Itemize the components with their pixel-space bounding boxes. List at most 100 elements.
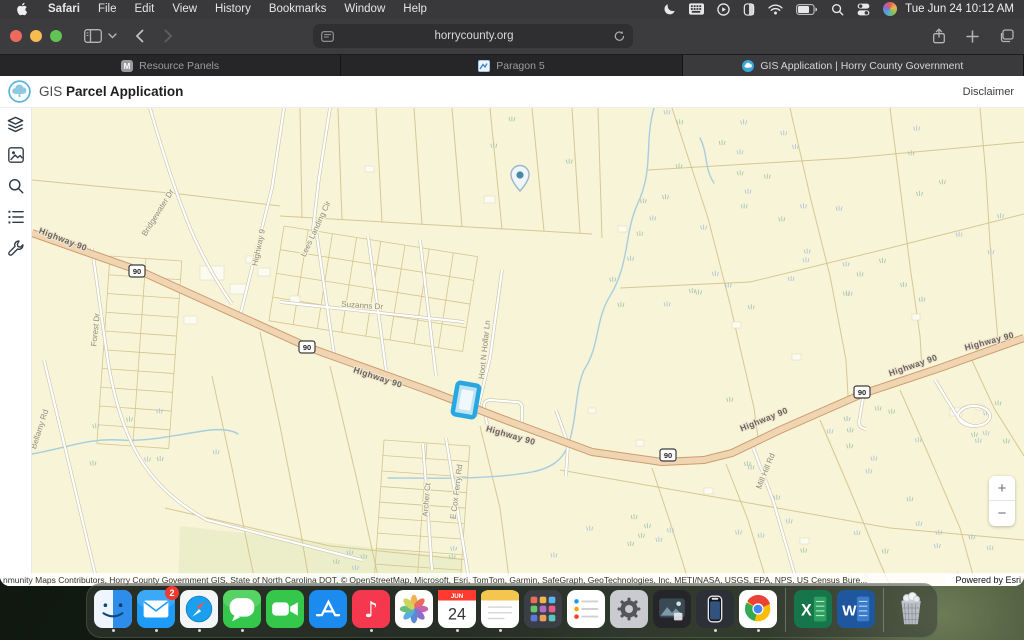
parcel-map[interactable]: 90909090Highway 90Highway 90Highway 90Hi…: [32, 108, 1024, 586]
moon-icon[interactable]: [663, 3, 676, 16]
menu-item-safari[interactable]: Safari: [39, 3, 89, 15]
menu-item-edit[interactable]: Edit: [126, 3, 164, 15]
notes-app-icon[interactable]: [481, 590, 519, 628]
reload-icon[interactable]: [614, 30, 625, 42]
vegetation-mark: [737, 149, 743, 154]
tab-overview-icon[interactable]: [999, 29, 1014, 43]
safari-window: horrycounty.org MResource PanelsParagon …: [0, 18, 1024, 586]
chevron-down-icon[interactable]: [108, 33, 117, 39]
vegetation-mark: [995, 400, 1001, 405]
word-app-icon[interactable]: W: [837, 590, 875, 628]
content-area: 90909090Highway 90Highway 90Highway 90Hi…: [0, 108, 1024, 586]
vegetation-mark: [843, 291, 849, 296]
launchpad-app-icon[interactable]: [524, 590, 562, 628]
tab-gis-application-horry-county-g[interactable]: GIS Application | Horry County Governmen…: [683, 55, 1024, 76]
menu-item-bookmarks[interactable]: Bookmarks: [260, 3, 336, 15]
dock-item-settings[interactable]: [610, 590, 648, 632]
parcel-boundary: [414, 108, 422, 225]
zoom-window-button[interactable]: [50, 30, 62, 42]
excel-app-icon[interactable]: X: [794, 590, 832, 628]
messages-app-icon[interactable]: [223, 590, 261, 628]
tab-resource-panels[interactable]: MResource Panels: [0, 55, 341, 76]
music-app-icon[interactable]: ♪: [352, 590, 390, 628]
vegetation-mark: [1003, 438, 1009, 443]
zoom-in-button[interactable]: +: [989, 476, 1015, 501]
menu-item-window[interactable]: Window: [335, 3, 394, 15]
finder-app-icon[interactable]: [94, 590, 132, 628]
running-indicator-dot: [456, 629, 459, 632]
keyboard-icon[interactable]: [689, 3, 704, 15]
dock-item-reminders[interactable]: [567, 590, 605, 632]
iphone-mirroring-app-icon[interactable]: [696, 590, 734, 628]
menu-clock[interactable]: Tue Jun 24 10:12 AM: [905, 3, 1014, 15]
dock-item-notes[interactable]: [481, 590, 519, 632]
brand-parcel-application: Parcel Application: [66, 84, 183, 99]
control-center-icon[interactable]: [857, 3, 870, 16]
share-icon[interactable]: [932, 28, 946, 44]
menu-item-view[interactable]: View: [163, 3, 206, 15]
settings-app-icon[interactable]: [610, 590, 648, 628]
dock-item-appstore[interactable]: [309, 590, 347, 632]
map-canvas[interactable]: 90909090Highway 90Highway 90Highway 90Hi…: [32, 108, 1024, 586]
svg-text:90: 90: [303, 343, 311, 352]
tab-paragon-5[interactable]: Paragon 5: [341, 55, 682, 76]
mail-app-icon[interactable]: 2: [137, 590, 175, 628]
menu-item-file[interactable]: File: [89, 3, 126, 15]
dock-item-photos[interactable]: [395, 590, 433, 632]
apple-menu-icon[interactable]: [16, 2, 29, 16]
dock-item-finder[interactable]: [94, 590, 132, 632]
dock-item-iphone-mirroring[interactable]: [696, 590, 734, 632]
safari-app-icon[interactable]: [180, 590, 218, 628]
disclaimer-link[interactable]: Disclaimer: [963, 86, 1014, 98]
dock-item-media[interactable]: [653, 590, 691, 632]
dock-item-facetime[interactable]: [266, 590, 304, 632]
dock-item-safari[interactable]: [180, 590, 218, 632]
appstore-app-icon[interactable]: [309, 590, 347, 628]
back-button[interactable]: [135, 29, 144, 43]
minimize-window-button[interactable]: [30, 30, 42, 42]
dock-item-mail[interactable]: 2: [137, 590, 175, 632]
avatar[interactable]: [883, 2, 897, 16]
address-bar[interactable]: horrycounty.org: [313, 24, 633, 48]
battery-icon[interactable]: [796, 4, 818, 15]
dock-item-music[interactable]: ♪: [352, 590, 390, 632]
media-app-icon[interactable]: [653, 590, 691, 628]
reminders-app-icon[interactable]: [567, 590, 605, 628]
vegetation-mark: [781, 130, 787, 135]
new-tab-icon[interactable]: [966, 30, 979, 43]
location-pin[interactable]: [511, 166, 529, 192]
sidebar-toggle-icon[interactable]: [84, 29, 102, 43]
wifi-icon[interactable]: [768, 4, 783, 15]
search-tool-icon[interactable]: [6, 176, 26, 196]
tab-bar: MResource PanelsParagon 5GIS Application…: [0, 54, 1024, 76]
menu-item-history[interactable]: History: [206, 3, 260, 15]
close-window-button[interactable]: [10, 30, 22, 42]
dock-item-launchpad[interactable]: [524, 590, 562, 632]
legend-tool-icon[interactable]: [6, 207, 26, 227]
facetime-app-icon[interactable]: [266, 590, 304, 628]
zoom-out-button[interactable]: −: [989, 501, 1015, 526]
running-indicator-dot: [112, 629, 115, 632]
calendar-app-icon[interactable]: JUN24: [438, 590, 476, 628]
dock-item-excel[interactable]: X: [794, 590, 832, 632]
photos-app-icon[interactable]: [395, 590, 433, 628]
chrome-app-icon[interactable]: [739, 590, 777, 628]
dock-item-messages[interactable]: [223, 590, 261, 632]
menu-item-help[interactable]: Help: [394, 3, 436, 15]
search-icon[interactable]: [831, 3, 844, 16]
basemap-tool-icon[interactable]: [6, 145, 26, 165]
play-circle-icon[interactable]: [717, 3, 730, 16]
tools-tool-icon[interactable]: [6, 238, 26, 258]
dock-item-calendar[interactable]: JUN24: [438, 590, 476, 632]
forward-button[interactable]: [164, 29, 173, 43]
dock-item-chrome[interactable]: [739, 590, 777, 632]
dock-item-trash[interactable]: [892, 590, 930, 632]
selected-parcel-highlight[interactable]: [452, 382, 479, 417]
map-label: Archer Ct: [421, 482, 433, 517]
trash-app-icon[interactable]: [892, 590, 930, 628]
site-settings-icon[interactable]: [321, 31, 334, 42]
display-toggle-icon[interactable]: [743, 3, 755, 16]
layers-tool-icon[interactable]: [6, 114, 26, 134]
notification-badge: 2: [165, 586, 179, 600]
dock-item-word[interactable]: W: [837, 590, 875, 632]
